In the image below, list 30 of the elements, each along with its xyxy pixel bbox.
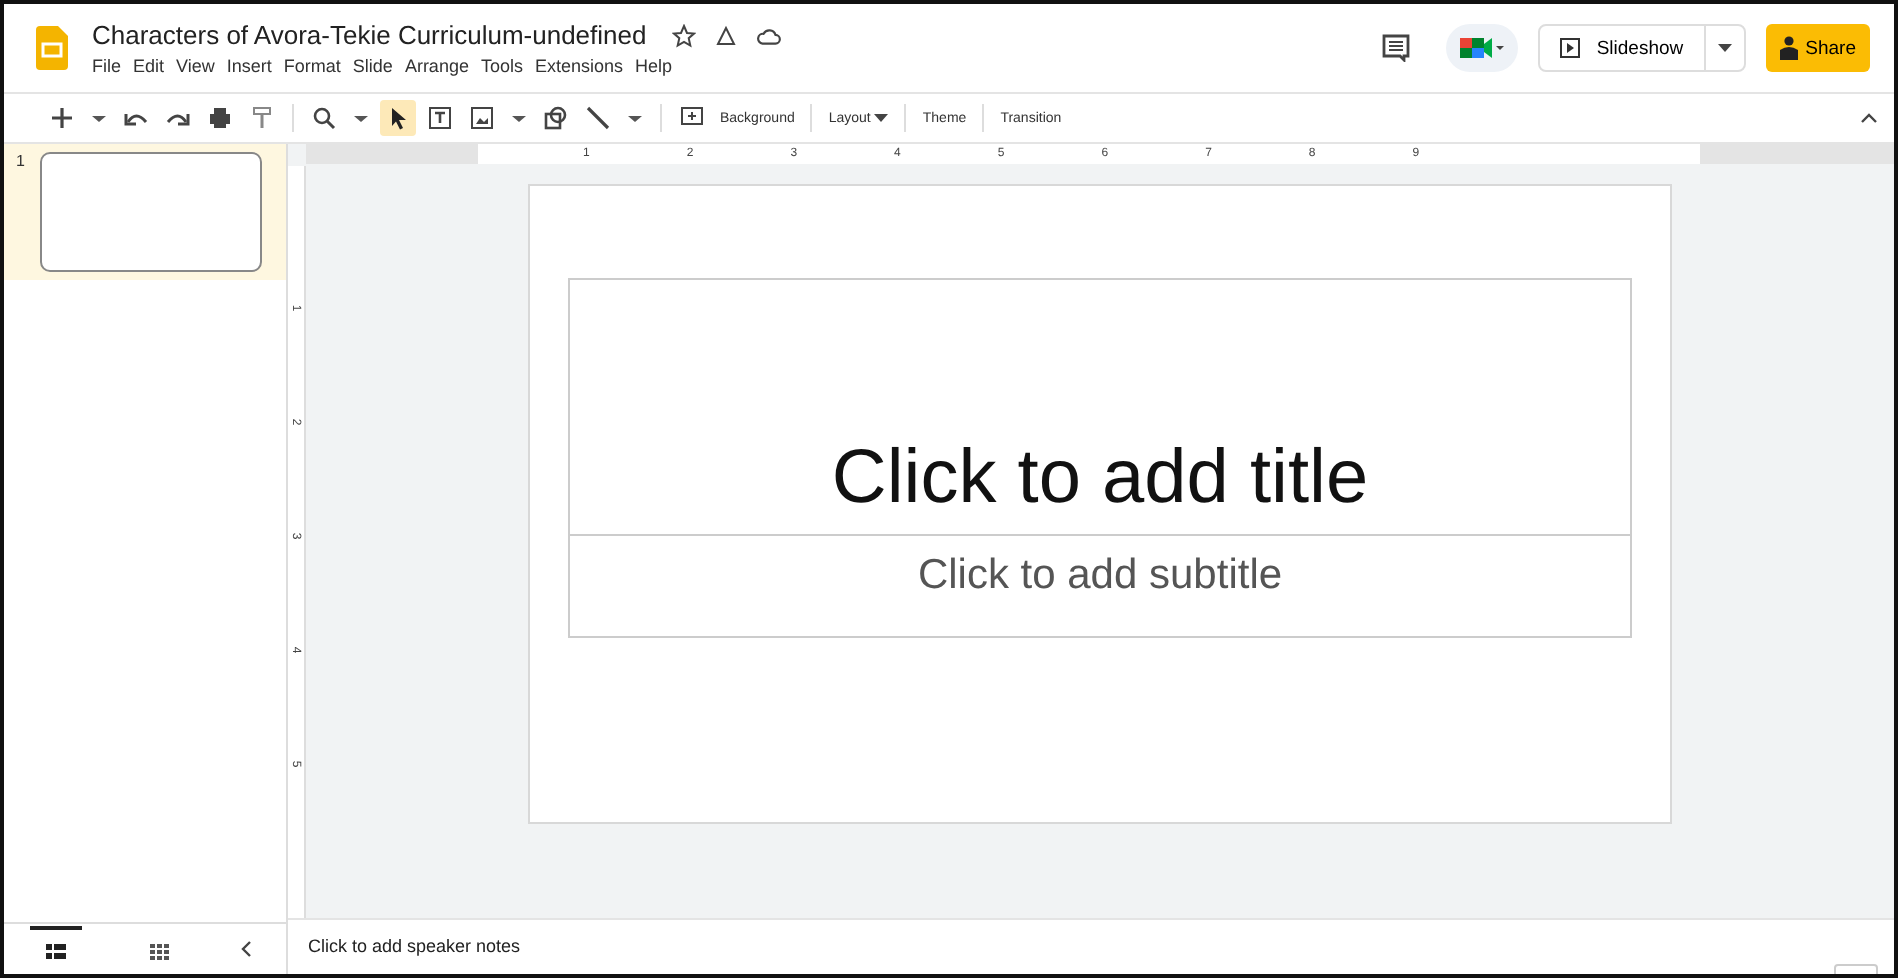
title-placeholder[interactable]: Click to add title — [568, 278, 1632, 536]
collapse-icon[interactable] — [1860, 112, 1878, 124]
document-title[interactable]: Characters of Avora-Tekie Curriculum-undefined — [92, 20, 647, 50]
share-button[interactable]: Share — [1765, 24, 1870, 72]
menu-item[interactable]: View — [176, 56, 215, 76]
menu-item[interactable]: File — [92, 56, 122, 76]
person-icon — [1779, 36, 1798, 60]
caret-icon[interactable] — [1717, 44, 1732, 52]
comment-history-icon[interactable] — [1382, 34, 1411, 62]
collapse-panel-icon[interactable] — [239, 940, 252, 958]
menu-item[interactable]: Help — [635, 56, 673, 76]
menu-item[interactable]: Arrange — [404, 56, 469, 76]
caret-icon[interactable] — [874, 114, 889, 122]
menu-item[interactable]: Slide — [352, 56, 393, 76]
cursor-icon[interactable] — [380, 100, 416, 136]
star-icon[interactable] — [672, 23, 697, 47]
video-camera-icon[interactable] — [1458, 34, 1507, 62]
menu-item[interactable]: Extensions — [534, 56, 624, 76]
slide-canvas[interactable]: Click to add title Click to add subtitle — [528, 184, 1672, 824]
slide-number: 1 — [16, 152, 25, 174]
menu-item[interactable]: Insert — [226, 56, 272, 76]
slide-thumbnail-row[interactable]: 1 — [4, 144, 286, 280]
slide-thumbnail[interactable] — [40, 152, 262, 272]
cloud-icon[interactable] — [756, 23, 783, 47]
menu-item[interactable]: Format — [283, 56, 341, 76]
menu-item[interactable]: Tools — [480, 56, 523, 76]
speaker-notes-field[interactable]: Click to add speaker notes — [308, 936, 521, 956]
menu-item[interactable]: Edit — [133, 56, 165, 76]
subtitle-placeholder[interactable]: Click to add subtitle — [568, 536, 1632, 638]
play-icon — [1560, 38, 1581, 58]
